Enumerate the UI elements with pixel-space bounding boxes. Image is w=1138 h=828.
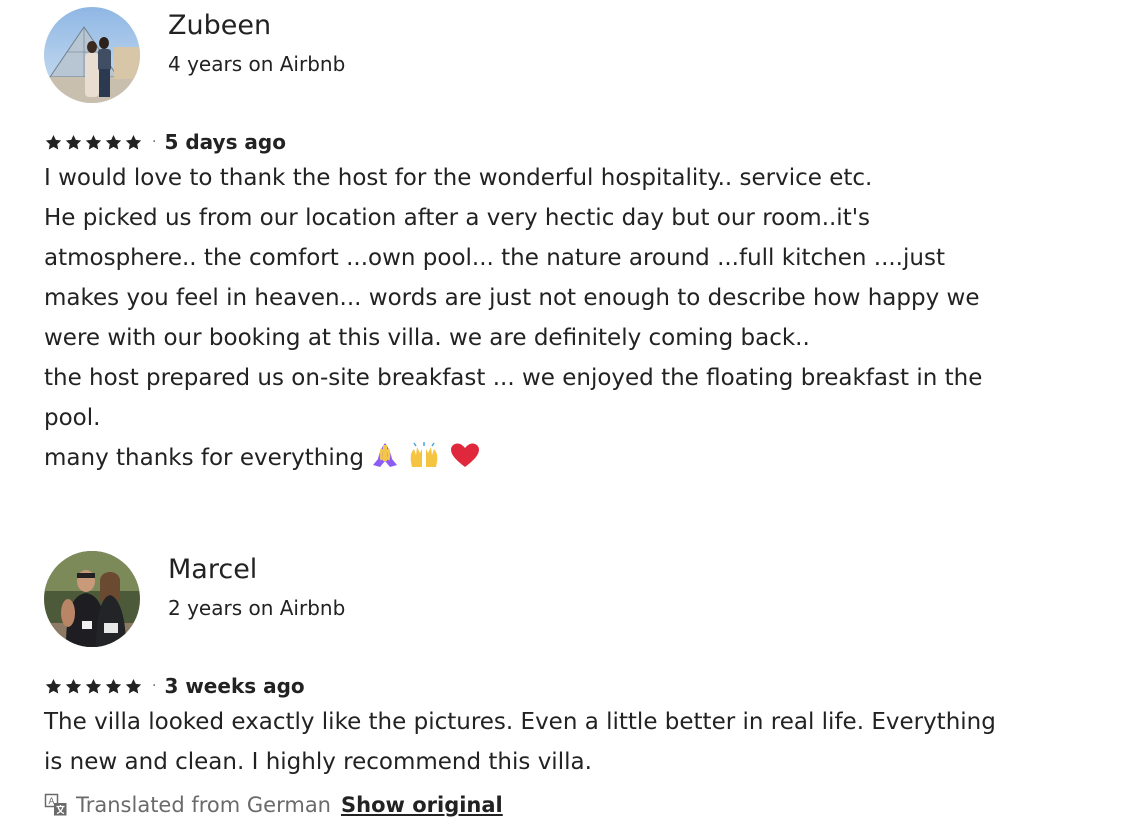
reviewer-tenure: 4 years on Airbnb	[168, 52, 346, 76]
reviewer-header: Marcel 2 years on Airbnb	[44, 550, 1104, 648]
raised-hands-icon	[406, 441, 442, 482]
star-icon	[125, 134, 142, 150]
avatar[interactable]	[44, 7, 140, 103]
translated-label: Translated from German	[76, 793, 331, 817]
star-icon	[45, 678, 62, 694]
avatar[interactable]	[44, 551, 140, 647]
separator-dot: ·	[152, 134, 157, 150]
folded-hands-icon	[370, 441, 400, 482]
star-icon	[45, 134, 62, 150]
star-icon	[105, 678, 122, 694]
review-card: Marcel 2 years on Airbnb · 3 weeks ago T…	[44, 550, 1104, 822]
review-text: I would love to thank the host for the w…	[44, 158, 1104, 482]
reviewer-tenure: 2 years on Airbnb	[168, 596, 346, 620]
review-date: 3 weeks ago	[164, 674, 305, 698]
star-icon	[125, 678, 142, 694]
star-rating	[44, 133, 143, 152]
translate-icon: A	[44, 793, 67, 816]
star-icon	[105, 134, 122, 150]
star-icon	[65, 678, 82, 694]
review-body: I would love to thank the host for the w…	[44, 165, 983, 471]
translation-notice: A Translated from German Show original	[44, 788, 1104, 822]
reviewer-name: Marcel	[168, 554, 258, 585]
separator-dot: ·	[152, 678, 157, 694]
review-date: 5 days ago	[164, 130, 286, 154]
reviewer-header: Zubeen 4 years on Airbnb	[44, 6, 1104, 104]
show-original-button[interactable]: Show original	[341, 793, 503, 817]
review-text: The villa looked exactly like the pictur…	[44, 702, 1104, 782]
star-icon	[85, 134, 102, 150]
reviewer-name: Zubeen	[168, 10, 272, 41]
review-meta: · 5 days ago	[44, 128, 1104, 156]
star-rating	[44, 677, 143, 696]
star-icon	[65, 134, 82, 150]
review-meta: · 3 weeks ago	[44, 672, 1104, 700]
star-icon	[85, 678, 102, 694]
red-heart-icon	[448, 441, 482, 482]
review-body: The villa looked exactly like the pictur…	[44, 709, 996, 775]
review-card: Zubeen 4 years on Airbnb · 5 days ago I …	[44, 6, 1104, 482]
